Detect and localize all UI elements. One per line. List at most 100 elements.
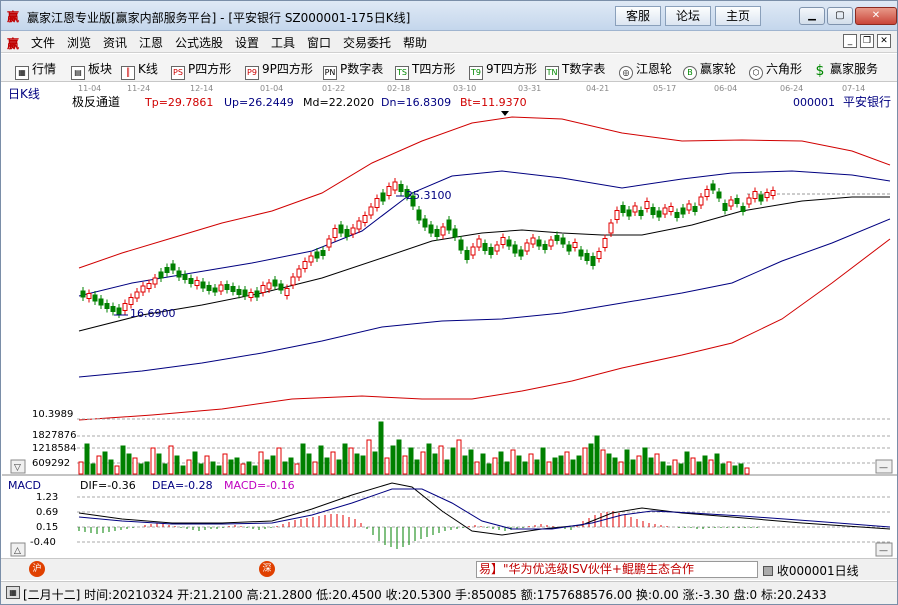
volume-bar [312,461,318,475]
candle-body [422,218,428,228]
candle-body [668,206,674,212]
tool-hexagon[interactable]: ⬡ 六角形 [749,60,802,80]
candle-body [674,212,680,218]
date-tick: 01-04 [260,84,283,93]
volume-bar [438,445,444,475]
keyboard-icon[interactable]: ▦ [6,586,20,599]
menu-tools[interactable]: 工具 [271,34,295,51]
volume-bar [126,453,132,475]
forum-link[interactable]: 论坛 [665,6,711,26]
tool-t-number-table[interactable]: TN T数字表 [545,60,605,80]
volume-bar [486,463,492,475]
candle-body [626,209,632,217]
price-axis-bottom: 10.3989 [32,409,73,420]
volume-bar [690,457,696,475]
menu-browse[interactable]: 浏览 [67,34,91,51]
md-value: Md=22.2020 [303,96,374,109]
homepage-link[interactable]: 主页 [715,6,761,26]
volume-bar [330,451,336,475]
menu-formula-screening[interactable]: 公式选股 [175,34,223,51]
period-label: 日K线 [8,87,40,101]
date-tick: 03-31 [518,84,541,93]
kline-chart[interactable]: 日K线 11-04 11-24 12-14 01-04 01-22 02-18 03-10 0… [2,83,897,558]
volume-bar [618,461,624,475]
tool-t-square[interactable]: TS T四方形 [395,60,455,80]
tool-winner-wheel[interactable]: B 赢家轮 [683,60,736,80]
candle-body [470,246,476,256]
candle-body [542,244,548,250]
candle-body [446,219,452,231]
candle-body [122,303,128,311]
menu-help[interactable]: 帮助 [403,34,427,51]
volume-bar [306,453,312,475]
candle-body [176,270,182,278]
volume-bar [276,447,282,475]
date-tick: 03-10 [453,84,476,93]
volume-bar [252,465,258,475]
volume-bar [582,447,588,475]
tool-p-number-table[interactable]: PN P数字表 [323,60,383,80]
tool-quotes[interactable]: ▦ 行情 [15,60,56,80]
menu-bar: 赢 文件 浏览 资讯 江恩 公式选股 设置 工具 窗口 交易委托 帮助 _ ❐ … [1,31,897,53]
candle-body [158,271,164,279]
tool-winner-service[interactable]: $ 赢家服务 [813,60,878,79]
date-tick: 04-21 [586,84,609,93]
wheel-icon: ◎ [619,66,633,80]
tool-kline[interactable]: ║ K线 [121,60,158,80]
macd-dif: DIF=-0.36 [80,479,136,492]
tool-sectors[interactable]: ▤ 板块 [71,60,112,80]
menu-news[interactable]: 资讯 [103,34,127,51]
mdi-minimize-button[interactable]: _ [843,34,857,48]
volume-bar [210,461,216,475]
candle-body [554,235,560,241]
mdi-restore-button[interactable]: ❐ [860,34,874,48]
shenzhen-index-badge[interactable]: 深 [259,561,275,577]
candle-body [590,256,596,266]
candle-body [182,274,188,280]
volume-bar [96,455,102,475]
volume-bar [138,463,144,475]
high-price-label: 25.3100 [406,189,452,202]
date-tick: 11-04 [78,84,101,93]
candle-body [758,194,764,202]
volume-bar [348,447,354,475]
volume-bar [90,463,96,475]
minimize-button[interactable]: ▁ [799,7,825,25]
news-ticker[interactable]: 易】"华为优选级ISV伙伴+鲲鹏生态合作 [476,561,758,578]
volume-bar [354,453,360,475]
candle-body [488,247,494,255]
volume-bar [546,461,552,475]
candle-body [494,244,500,252]
menu-file[interactable]: 文件 [31,34,55,51]
macd-tick: 1.23 [36,492,58,503]
tool-gann-wheel[interactable]: ◎ 江恩轮 [619,60,672,80]
volume-bar [450,447,456,475]
maximize-button[interactable]: ▢ [827,7,853,25]
volume-bar [492,457,498,475]
volume-bar [606,453,612,475]
tool-9t-square[interactable]: T9 9T四方形 [469,60,537,80]
candle-body [188,278,194,284]
candle-body [86,293,92,299]
customer-service-link[interactable]: 客服 [615,6,661,26]
candle-body [398,184,404,192]
candle-body [110,306,116,312]
app-logo-icon: 赢 [7,10,20,24]
candle-body [632,205,638,213]
tool-9p-square[interactable]: P9 9P四方形 [245,60,313,80]
candle-body [506,239,512,247]
close-button[interactable]: ✕ [855,7,897,25]
volume-bar [156,453,162,475]
mdi-close-button[interactable]: ✕ [877,34,891,48]
shanghai-index-badge[interactable]: 沪 [29,561,45,577]
tool-p-square[interactable]: PS P四方形 [171,60,231,80]
menu-settings[interactable]: 设置 [235,34,259,51]
menu-trade[interactable]: 交易委托 [343,34,391,51]
candle-body [656,210,662,218]
candle-body [266,282,272,290]
menu-window[interactable]: 窗口 [307,34,331,51]
volume-bar [612,457,618,475]
volume-bar [666,465,672,475]
menu-gann[interactable]: 江恩 [139,34,163,51]
volume-bar [222,453,228,475]
